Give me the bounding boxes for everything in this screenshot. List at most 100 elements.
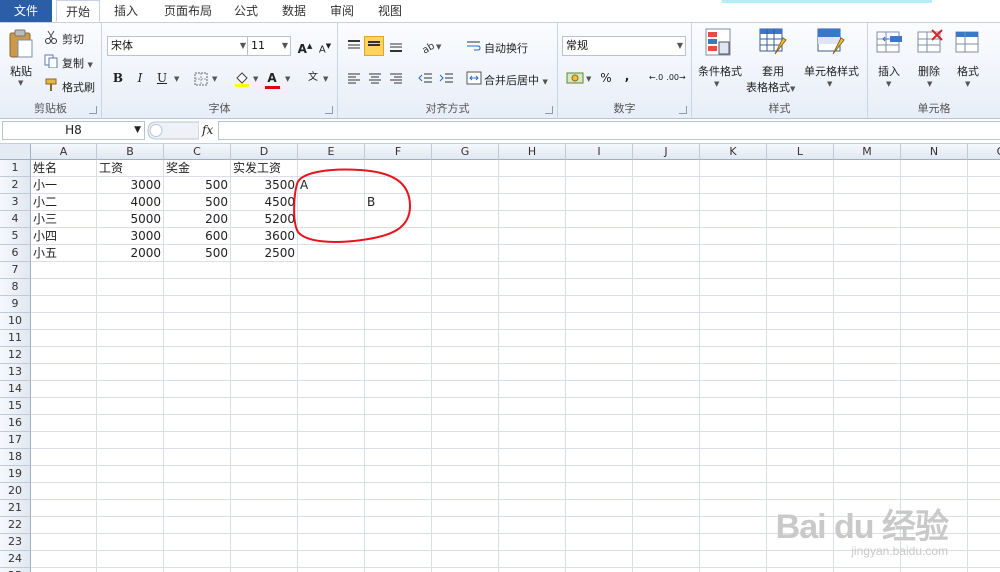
italic-button[interactable]: I [130, 68, 150, 88]
paste-dropdown[interactable]: ▼ [18, 79, 23, 87]
cell-l4[interactable] [767, 211, 834, 228]
cell-b13[interactable] [97, 364, 164, 381]
column-header-m[interactable]: M [834, 144, 901, 160]
cell-g14[interactable] [432, 381, 499, 398]
cell-f19[interactable] [365, 466, 432, 483]
cell-i22[interactable] [566, 517, 633, 534]
insert-dropdown[interactable]: ▼ [886, 80, 891, 88]
cell-g25[interactable] [432, 568, 499, 572]
row-header-24[interactable]: 24 [0, 551, 31, 568]
cell-b11[interactable] [97, 330, 164, 347]
cell-i24[interactable] [566, 551, 633, 568]
cell-m5[interactable] [834, 228, 901, 245]
insert-function-icon[interactable]: fx [202, 123, 213, 137]
row-header-20[interactable]: 20 [0, 483, 31, 500]
row-header-5[interactable]: 5 [0, 228, 31, 245]
cell-e18[interactable] [298, 449, 365, 466]
column-header-j[interactable]: J [633, 144, 700, 160]
cell-e17[interactable] [298, 432, 365, 449]
cell-d23[interactable] [231, 534, 298, 551]
cell-d6[interactable]: 2500 [231, 245, 298, 262]
cell-f7[interactable] [365, 262, 432, 279]
cell-c23[interactable] [164, 534, 231, 551]
cell-n10[interactable] [901, 313, 968, 330]
cell-l15[interactable] [767, 398, 834, 415]
cell-i16[interactable] [566, 415, 633, 432]
cell-j24[interactable] [633, 551, 700, 568]
cell-h1[interactable] [499, 160, 566, 177]
cell-d8[interactable] [231, 279, 298, 296]
cell-i18[interactable] [566, 449, 633, 466]
cell-m19[interactable] [834, 466, 901, 483]
clipboard-launcher-icon[interactable] [89, 106, 97, 114]
cell-b23[interactable] [97, 534, 164, 551]
cell-e16[interactable] [298, 415, 365, 432]
cell-j17[interactable] [633, 432, 700, 449]
cell-d19[interactable] [231, 466, 298, 483]
cell-a20[interactable] [31, 483, 97, 500]
cell-e24[interactable] [298, 551, 365, 568]
cell-b10[interactable] [97, 313, 164, 330]
cell-j16[interactable] [633, 415, 700, 432]
cell-b2[interactable]: 3000 [97, 177, 164, 194]
font-launcher-icon[interactable] [325, 106, 333, 114]
cell-g21[interactable] [432, 500, 499, 517]
cell-k17[interactable] [700, 432, 767, 449]
cell-f17[interactable] [365, 432, 432, 449]
cell-b7[interactable] [97, 262, 164, 279]
cell-o24[interactable] [968, 551, 1000, 568]
cell-b19[interactable] [97, 466, 164, 483]
cell-j8[interactable] [633, 279, 700, 296]
cell-g4[interactable] [432, 211, 499, 228]
cell-j1[interactable] [633, 160, 700, 177]
cell-b17[interactable] [97, 432, 164, 449]
format-dropdown[interactable]: ▼ [965, 80, 970, 88]
cell-c8[interactable] [164, 279, 231, 296]
cell-o13[interactable] [968, 364, 1000, 381]
underline-dropdown[interactable]: ▼ [174, 75, 179, 83]
cell-l8[interactable] [767, 279, 834, 296]
format-as-table-button[interactable]: 表格格式▼ [746, 79, 795, 95]
row-header-23[interactable]: 23 [0, 534, 31, 551]
cell-c18[interactable] [164, 449, 231, 466]
align-top-icon[interactable] [346, 38, 362, 54]
cell-b9[interactable] [97, 296, 164, 313]
cell-d7[interactable] [231, 262, 298, 279]
cell-o11[interactable] [968, 330, 1000, 347]
fill-color-dropdown[interactable]: ▼ [253, 75, 258, 83]
cell-b6[interactable]: 2000 [97, 245, 164, 262]
decrease-indent-icon[interactable] [418, 71, 434, 87]
cell-i8[interactable] [566, 279, 633, 296]
cell-f6[interactable] [365, 245, 432, 262]
cell-d4[interactable]: 5200 [231, 211, 298, 228]
cell-o22[interactable] [968, 517, 1000, 534]
cell-k2[interactable] [700, 177, 767, 194]
cell-n13[interactable] [901, 364, 968, 381]
cell-k25[interactable] [700, 568, 767, 572]
cell-l18[interactable] [767, 449, 834, 466]
cell-k20[interactable] [700, 483, 767, 500]
cell-n20[interactable] [901, 483, 968, 500]
cell-e20[interactable] [298, 483, 365, 500]
cell-f20[interactable] [365, 483, 432, 500]
row-header-18[interactable]: 18 [0, 449, 31, 466]
cell-k8[interactable] [700, 279, 767, 296]
cell-k6[interactable] [700, 245, 767, 262]
cell-b8[interactable] [97, 279, 164, 296]
cell-h18[interactable] [499, 449, 566, 466]
cell-k9[interactable] [700, 296, 767, 313]
cell-n5[interactable] [901, 228, 968, 245]
cell-h25[interactable] [499, 568, 566, 572]
cell-m4[interactable] [834, 211, 901, 228]
font-color-button[interactable]: A [262, 68, 282, 88]
cell-h17[interactable] [499, 432, 566, 449]
cell-h2[interactable] [499, 177, 566, 194]
cell-d15[interactable] [231, 398, 298, 415]
cell-f2[interactable] [365, 177, 432, 194]
cell-a6[interactable]: 小五 [31, 245, 97, 262]
cell-i1[interactable] [566, 160, 633, 177]
cell-o15[interactable] [968, 398, 1000, 415]
cell-e9[interactable] [298, 296, 365, 313]
font-name-combo[interactable]: 宋体 ▼ [107, 36, 249, 56]
cell-d12[interactable] [231, 347, 298, 364]
